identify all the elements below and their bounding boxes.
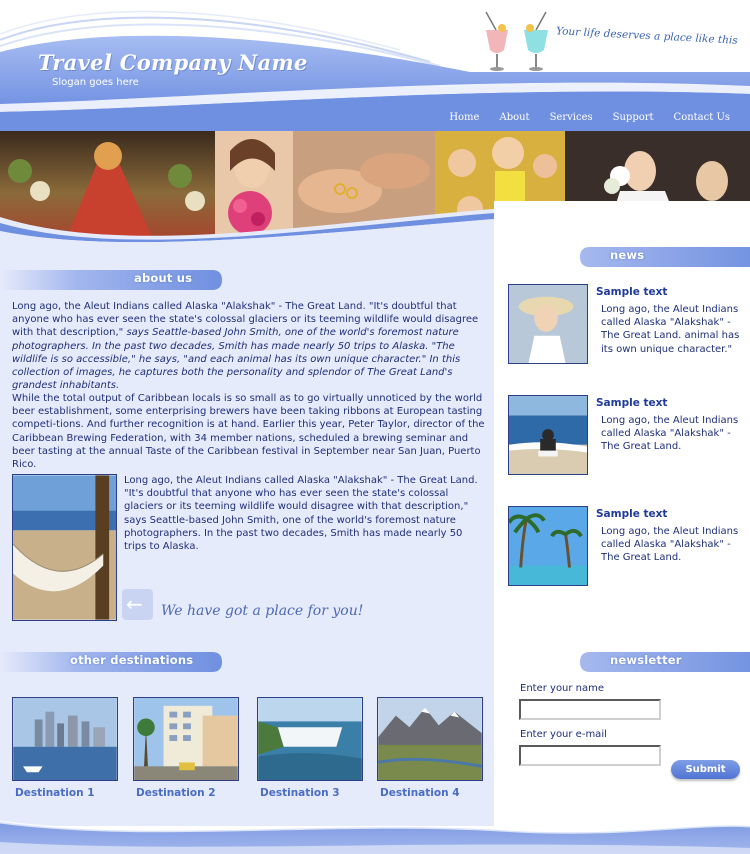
- newsletter-heading: newsletter: [610, 653, 682, 667]
- news-body-1: Long ago, the Aleut Indians called Alask…: [601, 304, 740, 355]
- destinations-heading: other destinations: [70, 653, 194, 667]
- name-input[interactable]: [519, 699, 661, 720]
- about-paragraph-3: Long ago, the Aleut Indians called Alask…: [124, 475, 478, 553]
- waterfall-thumb: [257, 697, 363, 781]
- destinations-heading-tab: other destinations: [0, 651, 225, 672]
- news-body-2: Long ago, the Aleut Indians called Alask…: [601, 415, 739, 453]
- top-navigation: Home About Services Support Contact Us: [439, 112, 740, 123]
- name-field-label: Enter your name: [520, 683, 605, 694]
- nav-home[interactable]: Home: [439, 112, 489, 123]
- palm-pool-photo: [508, 506, 588, 586]
- destination-link-4[interactable]: Destination 4: [377, 787, 483, 799]
- about-us-heading-tab: about us: [0, 269, 225, 290]
- news-title-1[interactable]: Sample text: [596, 286, 667, 298]
- photo-banner: [0, 131, 750, 255]
- destination-card-2[interactable]: Destination 2: [133, 697, 239, 799]
- email-input[interactable]: [519, 745, 661, 766]
- destination-card-3[interactable]: Destination 3: [257, 697, 363, 799]
- cocktails-illustration: [485, 11, 548, 71]
- about-us-heading: about us: [134, 271, 193, 285]
- hammock-beach-photo: [12, 474, 117, 621]
- place-slogan: We have got a place for you!: [161, 603, 364, 619]
- destination-link-3[interactable]: Destination 3: [257, 787, 363, 799]
- mountain-valley-thumb: [377, 697, 483, 781]
- destination-card-1[interactable]: Destination 1: [12, 697, 118, 799]
- email-field-label: Enter your e-mail: [520, 729, 607, 740]
- submit-button[interactable]: Submit: [671, 760, 740, 779]
- arrow-left-icon: ←: [126, 592, 143, 616]
- news-body-3: Long ago, the Aleut Indians called Alask…: [601, 526, 739, 564]
- newsletter-heading-tab: newsletter: [580, 651, 750, 672]
- news-title-3[interactable]: Sample text: [596, 508, 667, 520]
- nav-services[interactable]: Services: [540, 112, 603, 123]
- destination-card-4[interactable]: Destination 4: [377, 697, 483, 799]
- back-arrow-button[interactable]: ←: [122, 589, 153, 620]
- site-footer: [0, 810, 750, 854]
- about-paragraph-2: While the total output of Caribbean loca…: [12, 393, 485, 471]
- woman-sunhat-photo: [508, 284, 588, 364]
- beach-chair-photo: [508, 395, 588, 475]
- site-header: Your life deserves a place like this Tra…: [0, 0, 750, 132]
- destination-link-1[interactable]: Destination 1: [12, 787, 118, 799]
- nav-contact-us[interactable]: Contact Us: [664, 112, 740, 123]
- resort-street-thumb: [133, 697, 239, 781]
- news-title-2[interactable]: Sample text: [596, 397, 667, 409]
- news-heading-tab: news: [580, 246, 750, 267]
- city-skyline-thumb: [12, 697, 118, 781]
- destination-link-2[interactable]: Destination 2: [133, 787, 239, 799]
- news-heading: news: [610, 248, 645, 262]
- about-paragraph-1: Long ago, the Aleut Indians called Alask…: [12, 300, 487, 392]
- brand-slogan: Slogan goes here: [52, 77, 139, 88]
- nav-support[interactable]: Support: [603, 112, 664, 123]
- nav-about[interactable]: About: [489, 112, 539, 123]
- brand-title: Travel Company Name: [38, 50, 308, 75]
